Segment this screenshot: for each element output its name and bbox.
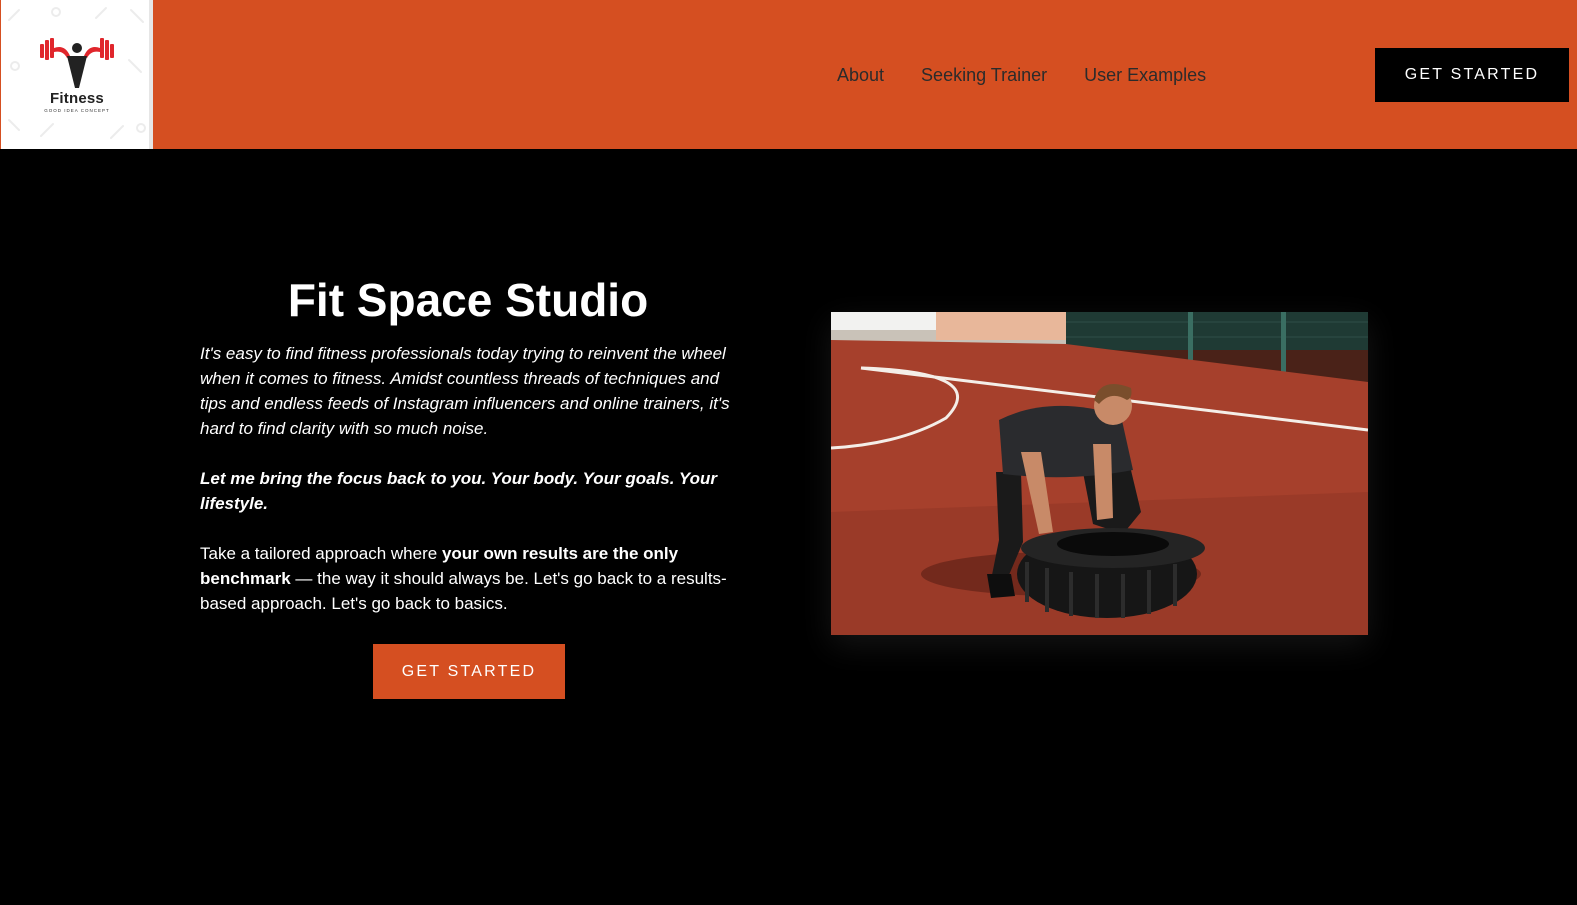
- logo[interactable]: Fitness GOOD IDEA CONCEPT: [1, 0, 153, 149]
- logo-tagline: GOOD IDEA CONCEPT: [44, 108, 110, 113]
- nav-link-about[interactable]: About: [837, 64, 884, 86]
- nav-link-seeking-trainer[interactable]: Seeking Trainer: [921, 64, 1047, 86]
- hero-description: It's easy to find fitness professionals …: [200, 341, 740, 641]
- header-get-started-button[interactable]: GET STARTED: [1375, 48, 1569, 102]
- site-header: Fitness GOOD IDEA CONCEPT About Seeking …: [0, 0, 1577, 149]
- weightlifter-emblem-icon: [40, 38, 114, 88]
- hero-title: Fit Space Studio: [287, 274, 649, 326]
- main-nav: About Seeking Trainer User Examples: [837, 64, 1206, 86]
- hero-get-started-button[interactable]: GET STARTED: [373, 644, 565, 699]
- nav-link-user-examples[interactable]: User Examples: [1084, 64, 1206, 86]
- photo-illustration: [831, 312, 1368, 635]
- man-flipping-tire-photo: [831, 312, 1368, 635]
- hero-intro-paragraph: It's easy to find fitness professionals …: [200, 344, 730, 438]
- hero-approach-paragraph: Take a tailored approach where your own …: [200, 541, 740, 616]
- approach-lead-text: Take a tailored approach where: [200, 544, 442, 563]
- logo-wordmark: Fitness: [50, 90, 104, 107]
- hero-focus-paragraph: Let me bring the focus back to you. Your…: [200, 469, 717, 513]
